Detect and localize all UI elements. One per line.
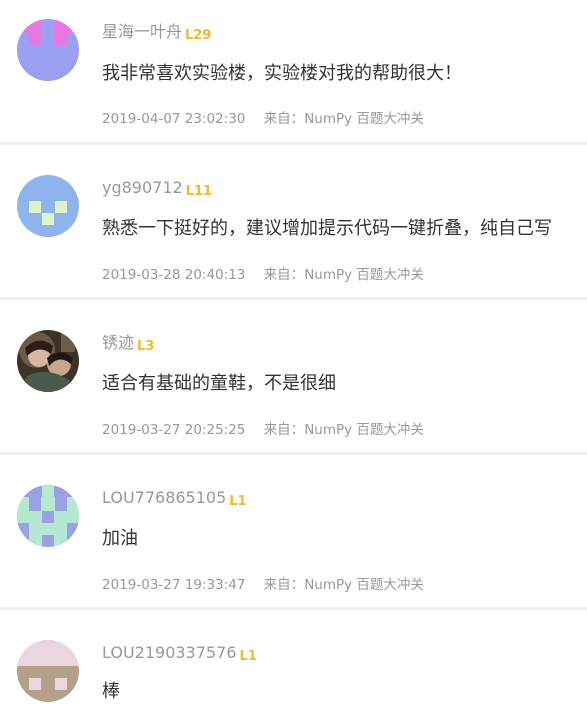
identicon-avatar-image <box>17 640 79 702</box>
source-prefix: 来自： <box>263 577 305 593</box>
avatar[interactable] <box>17 485 79 547</box>
comment-time: 2019-03-28 20:40:13 <box>102 267 246 283</box>
level-badge: L11 <box>185 184 213 199</box>
comment-text: 我非常喜欢实验楼，实验楼对我的帮助很大！ <box>102 63 462 84</box>
comment-item: LOU2190337576 L1 棒 <box>0 610 587 718</box>
comment-text: 适合有基础的童鞋，不是很细 <box>102 373 336 394</box>
comment-meta: 2019-03-28 20:40:13 来自：NumPy 百题大冲关 <box>102 265 424 285</box>
comment-time: 2019-04-07 23:02:30 <box>102 111 246 127</box>
source-link[interactable]: NumPy 百题大冲关 <box>304 267 424 283</box>
photo-avatar-image <box>17 330 79 392</box>
identicon-avatar-image <box>17 485 79 547</box>
identicon-avatar-image <box>17 19 79 81</box>
comment-text: 熟悉一下挺好的，建议增加提示代码一键折叠，纯自己写 <box>102 218 552 239</box>
avatar[interactable] <box>17 19 79 81</box>
source-link[interactable]: NumPy 百题大冲关 <box>304 111 424 127</box>
level-badge: L3 <box>137 339 155 354</box>
source-prefix: 来自： <box>263 111 305 127</box>
comment-list: 星海一叶舟 L29 我非常喜欢实验楼，实验楼对我的帮助很大！ 2019-04-07… <box>0 0 587 718</box>
avatar[interactable] <box>17 640 79 702</box>
user-line: LOU776865105 L1 <box>102 487 247 509</box>
user-line: 锈迹 L3 <box>102 332 154 354</box>
avatar[interactable] <box>17 175 79 237</box>
user-line: LOU2190337576 L1 <box>102 642 257 664</box>
comment-time: 2019-03-27 19:33:47 <box>102 577 246 593</box>
comment-item: 锈迹 L3 适合有基础的童鞋，不是很细 2019-03-27 20:25:25 来… <box>0 300 587 442</box>
comment-meta: 2019-03-27 20:25:25 来自：NumPy 百题大冲关 <box>102 420 424 440</box>
level-badge: L1 <box>229 494 247 509</box>
comment-time: 2019-03-27 20:25:25 <box>102 422 246 438</box>
source-prefix: 来自： <box>263 267 305 283</box>
comment-text: 加油 <box>102 528 138 549</box>
source-prefix: 来自： <box>263 422 305 438</box>
comment-text: 棒 <box>102 681 120 702</box>
level-badge: L1 <box>239 649 257 664</box>
source-link[interactable]: NumPy 百题大冲关 <box>304 422 424 438</box>
user-line: yg890712 L11 <box>102 177 212 199</box>
username[interactable]: 锈迹 <box>102 333 134 352</box>
username[interactable]: LOU776865105 <box>102 488 226 507</box>
comment-item: LOU776865105 L1 加油 2019-03-27 19:33:47 来自… <box>0 455 587 597</box>
comment-item: yg890712 L11 熟悉一下挺好的，建议增加提示代码一键折叠，纯自己写 20… <box>0 145 587 287</box>
avatar[interactable] <box>17 330 79 392</box>
level-badge: L29 <box>185 28 212 43</box>
username[interactable]: LOU2190337576 <box>102 643 236 662</box>
source-link[interactable]: NumPy 百题大冲关 <box>304 577 424 593</box>
username[interactable]: yg890712 <box>102 178 183 197</box>
username[interactable]: 星海一叶舟 <box>102 22 182 41</box>
comment-meta: 2019-04-07 23:02:30 来自：NumPy 百题大冲关 <box>102 109 424 129</box>
comment-meta: 2019-03-27 19:33:47 来自：NumPy 百题大冲关 <box>102 575 424 595</box>
user-line: 星海一叶舟 L29 <box>102 21 211 43</box>
comment-item: 星海一叶舟 L29 我非常喜欢实验楼，实验楼对我的帮助很大！ 2019-04-07… <box>0 0 587 142</box>
identicon-avatar-image <box>17 175 79 237</box>
